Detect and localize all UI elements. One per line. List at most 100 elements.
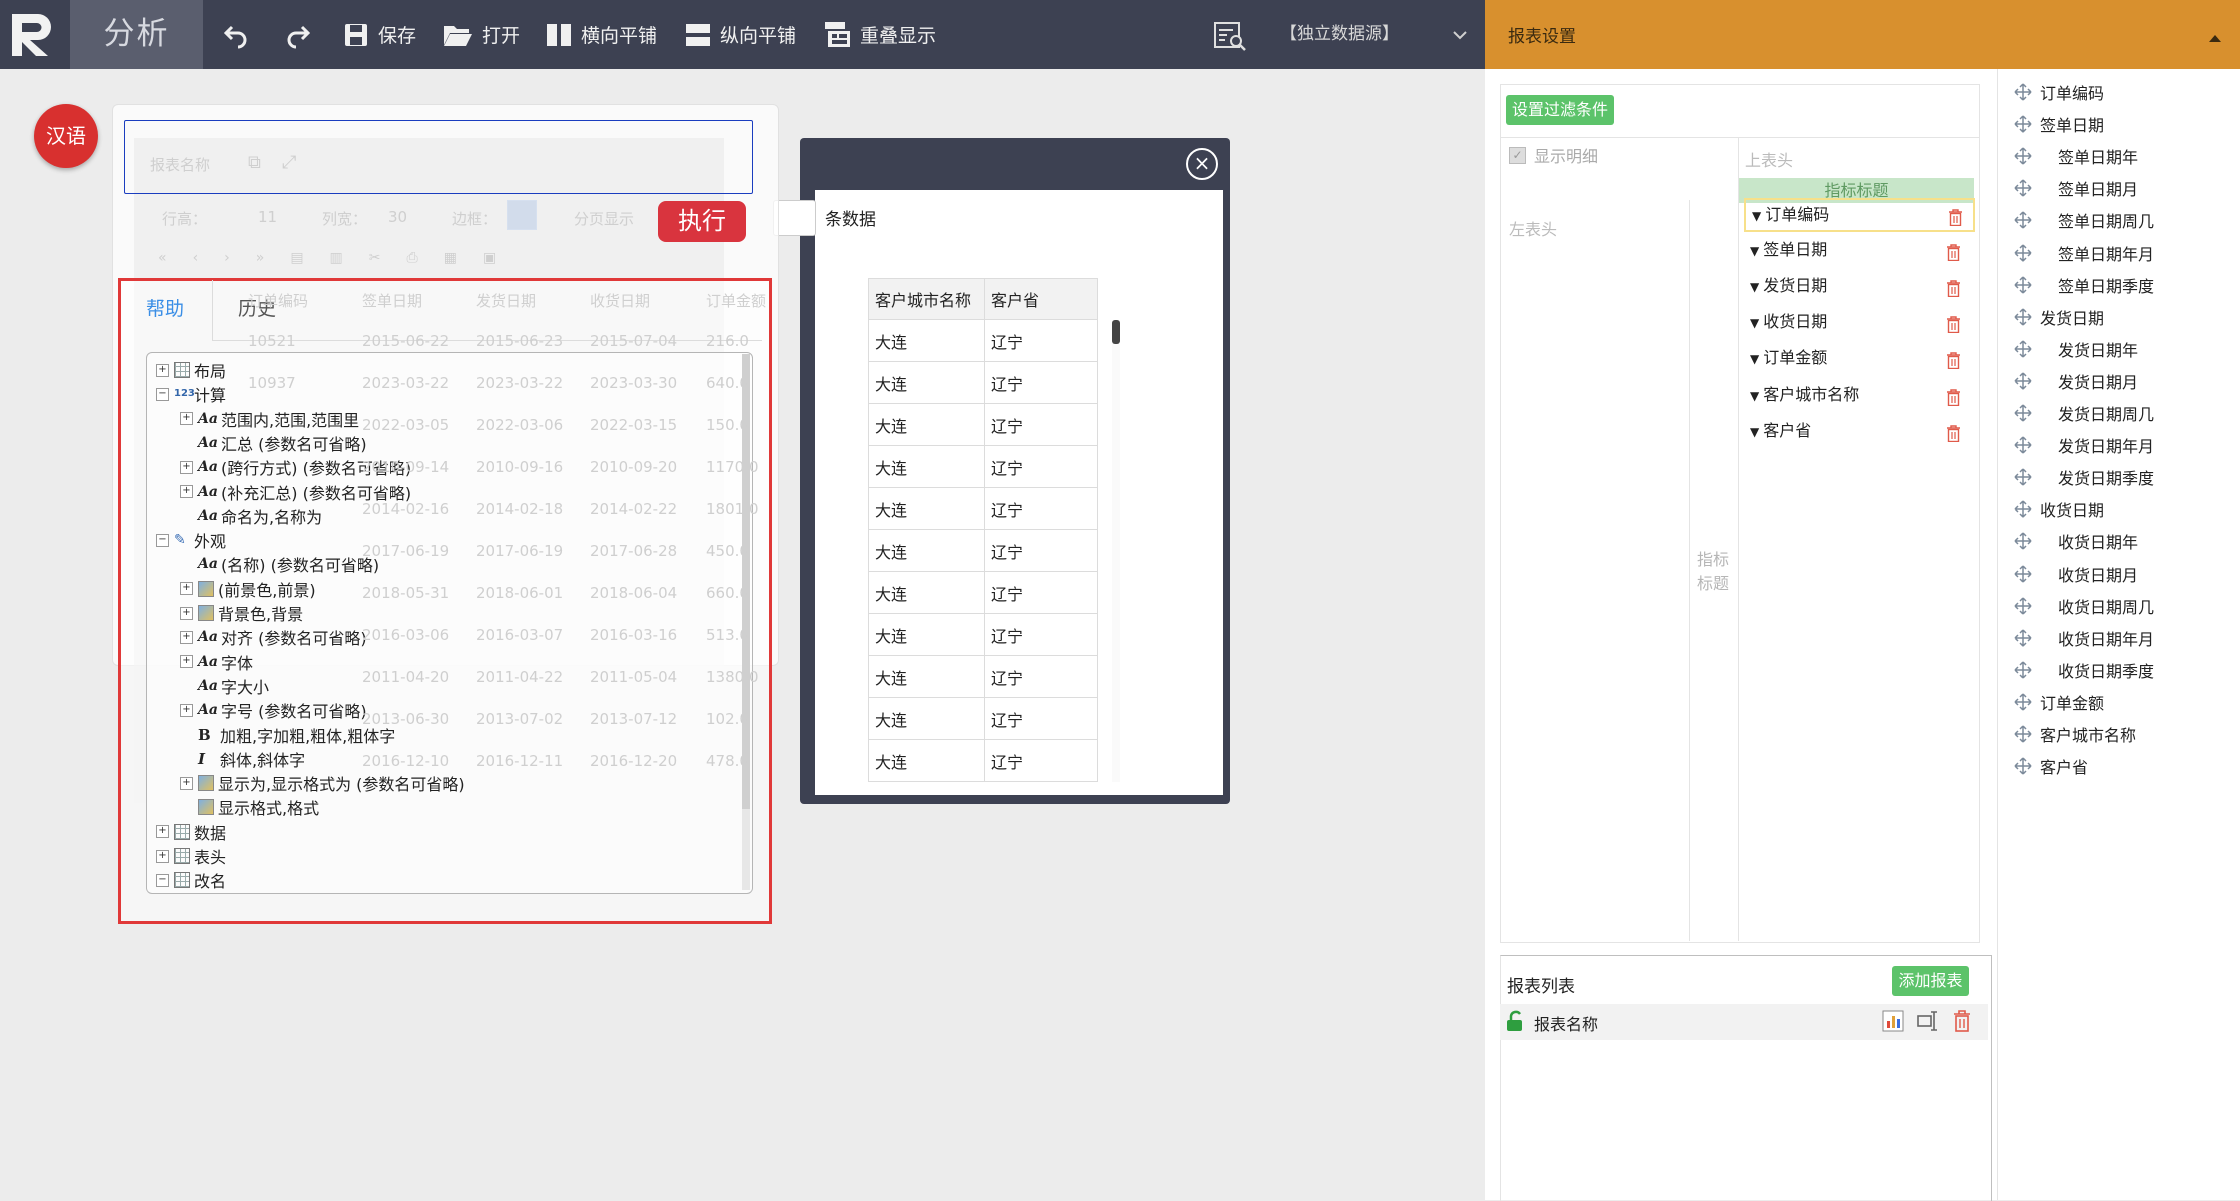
field-tree-item[interactable]: 发货日期月 [2014,369,2138,393]
field-tree-item[interactable]: 签单日期年 [2014,144,2138,168]
move-icon[interactable] [2014,532,2032,550]
field-tree-item[interactable]: 客户城市名称 [2014,722,2136,746]
move-icon[interactable] [2014,629,2032,647]
close-icon[interactable]: × [1186,148,1218,180]
caret-down-icon[interactable]: ▼ [1750,381,1759,411]
field-tree-item[interactable]: 签单日期 [2014,112,2104,136]
delete-icon[interactable] [1948,206,1963,236]
help-tree-node[interactable]: −123 计算 [156,383,226,405]
table-row[interactable]: 大连 辽宁 [868,361,1098,404]
move-icon[interactable] [2014,243,2032,262]
undo-button[interactable] [222,0,250,69]
metric-item[interactable]: ▼ 客户城市名称 [1744,380,1971,410]
tile-vertical-button[interactable]: 纵向平铺 [685,0,796,69]
open-button[interactable]: 打开 [443,0,520,69]
help-tree-node[interactable]: Aa (名称) (参数名可省略) [180,553,379,575]
help-tree-node[interactable]: Aa 字大小 [180,675,269,697]
table-row[interactable]: 大连 辽宁 [868,697,1098,740]
field-tree-item[interactable]: 订单金额 [2014,690,2104,714]
metric-item[interactable]: ▼ 客户省 [1744,416,1971,446]
delete-icon[interactable] [1946,422,1961,452]
field-tree-item[interactable]: 收货日期年月 [2014,626,2154,650]
edit-field-icon[interactable] [1917,1010,1939,1037]
move-icon[interactable] [2014,179,2032,197]
table-row[interactable]: 大连 辽宁 [868,655,1098,698]
unlock-icon[interactable] [1505,1010,1525,1037]
collapse-caret-up-icon[interactable] [2208,28,2222,48]
move-icon[interactable] [2014,468,2032,486]
move-icon[interactable] [2014,308,2032,326]
collapse-icon[interactable]: − [156,533,169,547]
caret-down-icon[interactable]: ▼ [1750,308,1759,338]
report-title-input[interactable] [124,120,753,194]
expand-icon[interactable]: + [156,849,169,863]
help-tree-node[interactable]: Aa 汇总 (参数名可省略) [180,432,367,454]
overlay-button[interactable]: 重叠显示 [824,0,936,69]
move-icon[interactable] [2014,372,2032,390]
show-detail-checkbox[interactable]: ✓ [1509,146,1526,164]
field-tree-item[interactable]: 发货日期季度 [2014,465,2154,489]
expand-icon[interactable]: + [180,485,193,498]
caret-down-icon[interactable]: ▼ [1750,272,1759,302]
expand-icon[interactable]: + [180,582,193,596]
add-report-button[interactable]: 添加报表 [1892,966,1969,996]
expand-icon[interactable]: + [180,703,193,717]
row-count-input[interactable] [773,200,816,236]
help-tree-node[interactable]: + 显示为,显示格式为 (参数名可省略) [180,772,465,794]
table-row[interactable]: 大连 辽宁 [868,613,1098,656]
table-row[interactable]: 大连 辽宁 [868,403,1098,446]
save-button[interactable]: 保存 [343,0,416,69]
caret-down-icon[interactable]: ▼ [1750,344,1759,374]
help-tree-node[interactable]: + 布局 [156,359,226,381]
expand-icon[interactable]: + [180,776,193,790]
move-icon[interactable] [2014,564,2032,583]
expand-icon[interactable]: + [156,825,169,839]
datasource-view-button[interactable] [1213,21,1247,56]
table-row[interactable]: 大连 辽宁 [868,529,1098,572]
table-row[interactable]: 大连 辽宁 [868,571,1098,614]
field-tree-item[interactable]: 收货日期周几 [2014,594,2154,618]
expand-icon[interactable]: + [180,606,193,620]
delete-icon[interactable] [1946,277,1961,307]
field-tree-item[interactable]: 发货日期年月 [2014,433,2154,457]
metric-item[interactable]: ▼ 订单金额 [1744,343,1971,373]
field-tree-item[interactable]: 发货日期 [2014,305,2104,329]
datasource-chevron-down-icon[interactable] [1452,26,1468,46]
field-tree-item[interactable]: 订单编码 [2014,80,2104,104]
table-row[interactable]: 大连 辽宁 [868,319,1098,362]
table-row[interactable]: 大连 辽宁 [868,739,1098,782]
move-icon[interactable] [2014,757,2032,775]
language-button[interactable]: 汉语 [34,104,98,168]
metric-item[interactable]: ▼ 发货日期 [1744,271,1971,301]
field-tree-item[interactable]: 收货日期季度 [2014,658,2154,682]
expand-icon[interactable]: + [180,412,193,426]
field-tree-item[interactable]: 客户省 [2014,754,2088,778]
table-row[interactable]: 大连 辽宁 [868,487,1098,530]
field-tree-item[interactable]: 发货日期年 [2014,337,2138,361]
delete-icon[interactable] [1946,241,1961,271]
collapse-icon[interactable]: − [156,387,169,401]
delete-icon[interactable] [1946,313,1961,343]
help-tree-node[interactable]: + Aa 字号 (参数名可省略) [180,699,367,721]
field-tree-item[interactable]: 签单日期月 [2014,176,2138,200]
table-scrollbar-thumb[interactable] [1112,320,1120,344]
move-icon[interactable] [2014,661,2032,679]
datasource-select[interactable]: 【独立数据源】 [1280,0,1399,69]
delete-icon[interactable] [1946,349,1961,379]
metric-item[interactable]: ▼ 订单编码 [1744,198,1975,232]
help-tree-node[interactable]: 显示格式,格式 [180,796,319,818]
chart-icon[interactable] [1882,1010,1904,1037]
redo-button[interactable] [284,0,312,69]
set-filter-button[interactable]: 设置过滤条件 [1506,95,1614,125]
help-tree-node[interactable]: − 改名 [156,869,226,891]
move-icon[interactable] [2014,83,2032,101]
help-tree-node[interactable]: + Aa 字体 [180,651,253,673]
caret-down-icon[interactable]: ▼ [1750,417,1759,447]
move-icon[interactable] [2014,404,2032,422]
field-tree-item[interactable]: 收货日期年 [2014,529,2138,553]
expand-icon[interactable]: + [156,363,169,377]
expand-icon[interactable]: + [180,630,193,644]
tab-help[interactable]: 帮助 [146,294,184,321]
delete-report-icon[interactable] [1953,1010,1971,1037]
field-tree-item[interactable]: 收货日期月 [2014,562,2138,586]
